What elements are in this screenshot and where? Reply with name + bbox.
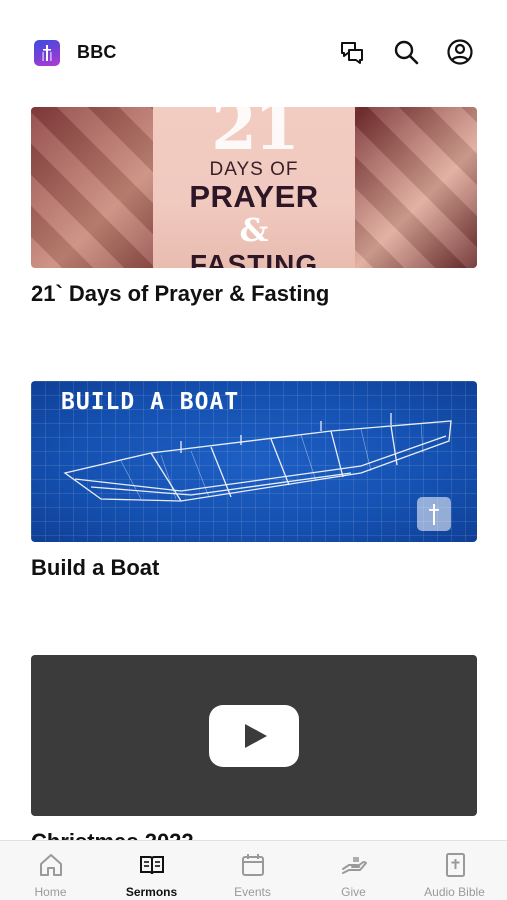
sermon-artwork[interactable]: BUILD A BOAT xyxy=(31,381,477,542)
profile-icon[interactable] xyxy=(446,38,474,66)
sermon-video-thumbnail[interactable] xyxy=(31,655,477,816)
sermon-title[interactable]: Christmas 2022 xyxy=(31,829,477,840)
artwork-line: DAYS OF xyxy=(209,159,299,180)
hand-giving-icon xyxy=(342,857,367,874)
sermon-artwork[interactable]: 21 DAYS OF PRAYER & FASTING xyxy=(31,107,477,268)
bottom-tab-bar: Home Sermons Events Give Audio Bible xyxy=(0,840,507,900)
book-icon xyxy=(140,856,164,875)
tab-label: Audio Bible xyxy=(424,885,485,899)
tab-give[interactable]: Give xyxy=(303,841,404,900)
boat-illustration xyxy=(63,413,452,502)
artwork-line: FASTING xyxy=(189,249,319,268)
tab-label: Sermons xyxy=(125,885,178,899)
sermon-title[interactable]: 21` Days of Prayer & Fasting xyxy=(31,281,477,307)
artwork-number: 21 xyxy=(211,107,300,165)
tab-label: Events xyxy=(234,885,271,899)
tab-label: Home xyxy=(34,885,67,899)
artwork-panel: 21 DAYS OF PRAYER & FASTING xyxy=(153,107,355,268)
sermon-card[interactable]: 21 DAYS OF PRAYER & FASTING 21` Days of … xyxy=(31,107,477,307)
artwork-line: PRAYER xyxy=(189,179,319,214)
sermon-card[interactable]: Christmas 2022 xyxy=(31,655,477,840)
app-title: BBC xyxy=(77,42,117,62)
search-icon[interactable] xyxy=(392,38,420,66)
chat-bubbles-icon[interactable] xyxy=(338,38,366,66)
home-icon xyxy=(40,854,62,876)
calendar-icon xyxy=(242,854,264,876)
artwork-line: & xyxy=(239,211,269,249)
tab-audio-bible[interactable]: Audio Bible xyxy=(404,841,505,900)
sermon-title[interactable]: Build a Boat xyxy=(31,555,477,581)
tab-sermons[interactable]: Sermons xyxy=(101,841,202,900)
tab-home[interactable]: Home xyxy=(0,841,101,900)
tab-label: Give xyxy=(341,885,366,899)
app-header: BBC xyxy=(0,0,507,100)
play-icon[interactable] xyxy=(209,705,299,767)
cross-logo-icon xyxy=(417,497,451,531)
bible-icon xyxy=(446,853,465,877)
sermon-feed[interactable]: 21 DAYS OF PRAYER & FASTING 21` Days of … xyxy=(0,100,507,840)
cross-logo-icon xyxy=(34,40,60,66)
sermon-card[interactable]: BUILD A BOAT Build a Boat xyxy=(31,381,477,581)
tab-events[interactable]: Events xyxy=(202,841,303,900)
